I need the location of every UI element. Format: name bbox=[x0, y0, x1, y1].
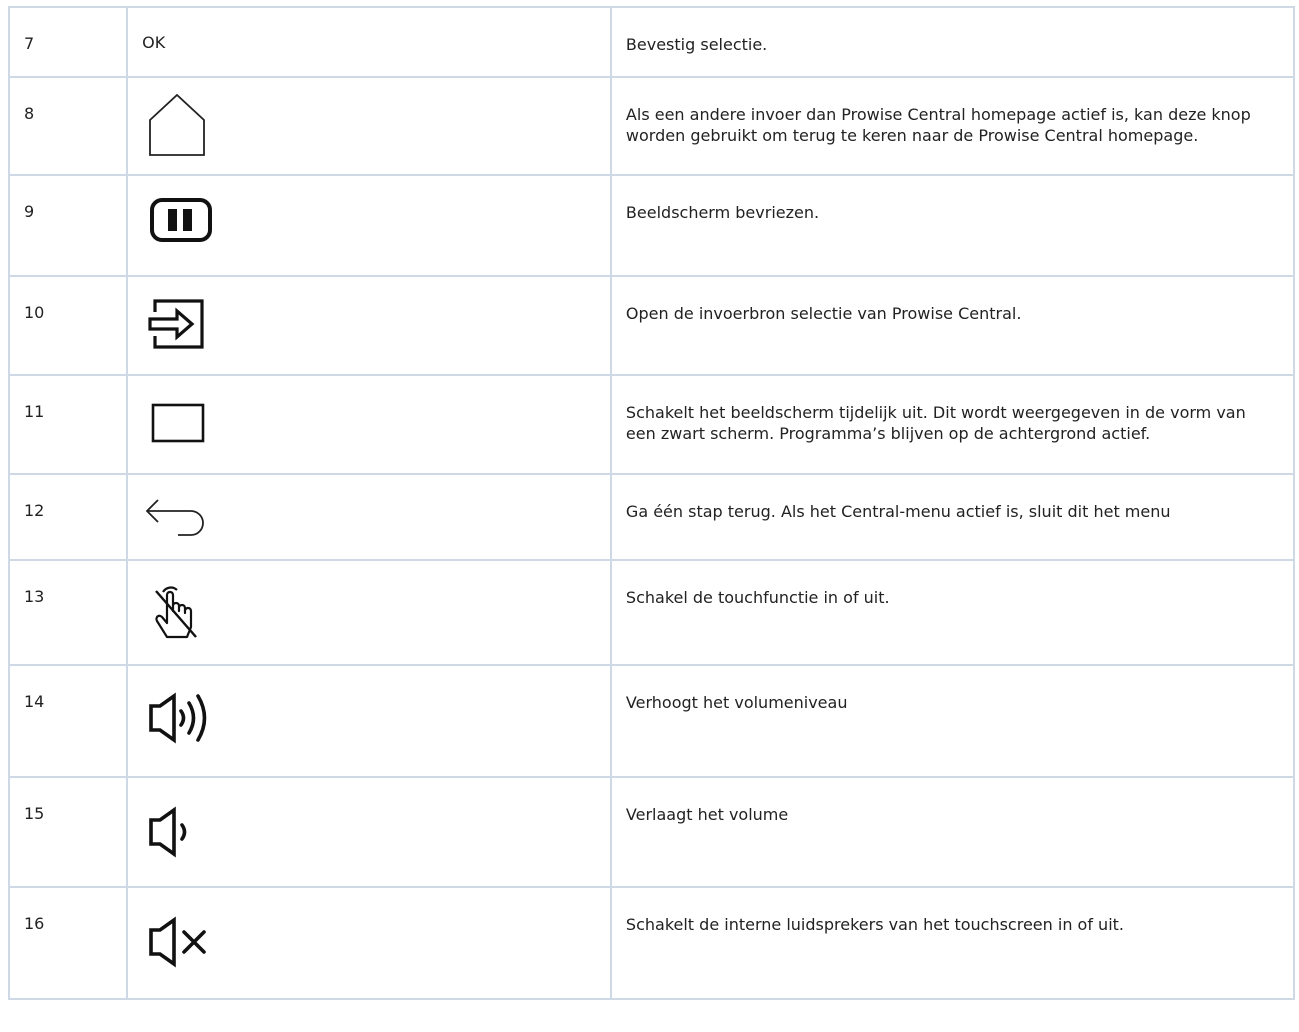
icon-cell bbox=[126, 559, 612, 666]
icon-cell bbox=[126, 374, 612, 475]
row-number: 10 bbox=[7, 275, 129, 376]
blank-screen-icon bbox=[151, 403, 205, 443]
table-row: 11 Schakelt het beeldscherm tijdelijk ui… bbox=[7, 374, 1296, 475]
icon-cell bbox=[126, 776, 612, 888]
row-number: 13 bbox=[7, 559, 129, 666]
table-row: 12 Ga één stap terug. Als het Central-me… bbox=[7, 473, 1296, 561]
table-row: 14 Verhoogt het volumeniveau bbox=[7, 664, 1296, 778]
back-arrow-icon bbox=[145, 499, 205, 536]
input-source-icon bbox=[148, 299, 204, 349]
table-row: 8 Als een andere invoer dan Prowise Cent… bbox=[7, 76, 1296, 176]
row-number: 7 bbox=[7, 6, 129, 78]
volume-down-icon bbox=[149, 806, 187, 858]
row-description: Verhoogt het volumeniveau bbox=[609, 664, 1296, 778]
row-number: 12 bbox=[7, 473, 129, 561]
icon-cell bbox=[126, 174, 612, 277]
row-description: Beeldscherm bevriezen. bbox=[609, 174, 1296, 277]
table-row: 13 Schakel de touchfunctie in of uit. bbox=[7, 559, 1296, 666]
touch-off-icon bbox=[155, 586, 198, 639]
icon-cell bbox=[126, 886, 612, 1000]
row-number: 14 bbox=[7, 664, 129, 778]
row-description: Bevestig selectie. bbox=[609, 6, 1296, 78]
row-description: Als een andere invoer dan Prowise Centra… bbox=[609, 76, 1296, 176]
remote-buttons-table: 7 OK Bevestig selectie. 8 Als een andere… bbox=[7, 6, 1296, 1000]
row-description: Open de invoerbron selectie van Prowise … bbox=[609, 275, 1296, 376]
home-icon bbox=[149, 93, 206, 156]
row-number: 16 bbox=[7, 886, 129, 1000]
table-row: 7 OK Bevestig selectie. bbox=[7, 6, 1296, 78]
icon-cell bbox=[126, 664, 612, 778]
row-number: 8 bbox=[7, 76, 129, 176]
table-row: 9 Beeldscherm bevriezen. bbox=[7, 174, 1296, 277]
table-row: 10 Open de invoerbron selectie van Prowi… bbox=[7, 275, 1296, 376]
row-number: 15 bbox=[7, 776, 129, 888]
row-description: Ga één stap terug. Als het Central-menu … bbox=[609, 473, 1296, 561]
mute-icon bbox=[149, 916, 206, 968]
icon-cell: OK bbox=[126, 6, 612, 78]
row-description: Schakelt de interne luidsprekers van het… bbox=[609, 886, 1296, 1000]
row-description: Schakel de touchfunctie in of uit. bbox=[609, 559, 1296, 666]
table-row: 15 Verlaagt het volume bbox=[7, 776, 1296, 888]
row-number: 11 bbox=[7, 374, 129, 475]
row-description: Schakelt het beeldscherm tijdelijk uit. … bbox=[609, 374, 1296, 475]
pause-icon bbox=[150, 198, 213, 242]
row-number: 9 bbox=[7, 174, 129, 277]
icon-cell bbox=[126, 473, 612, 561]
table-row: 16 Schakelt de interne luidsprekers van … bbox=[7, 886, 1296, 1000]
ok-label: OK bbox=[142, 33, 166, 52]
icon-cell bbox=[126, 275, 612, 376]
row-description: Verlaagt het volume bbox=[609, 776, 1296, 888]
volume-up-icon bbox=[149, 692, 207, 744]
icon-cell bbox=[126, 76, 612, 176]
